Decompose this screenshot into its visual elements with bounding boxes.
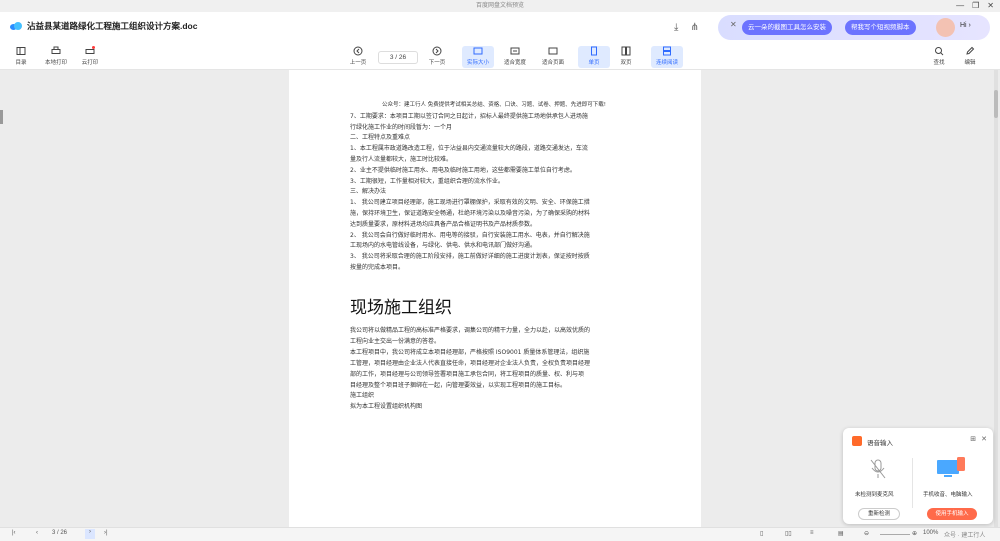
view-mode-icon[interactable]: ▯▯ — [785, 530, 792, 537]
ai-assistant-bar: ✕ 云一朵的截图工具怎么安装 帮我写个短视频脚本 Hi › — [718, 15, 990, 40]
panel-divider — [912, 458, 913, 508]
body-line: 工现场内的水电管线设备，与绿化、供电、供水和电讯部门做好沟通。 — [350, 242, 537, 249]
edit-icon — [966, 46, 975, 55]
outline-button[interactable]: 目录 — [5, 46, 37, 66]
section-heading: 现场施工组织 — [350, 298, 452, 318]
body-line: 目经理及整个项目班子捆绑在一起，向管理要效益，以实现工程项目的施工目标。 — [350, 382, 567, 389]
no-mic-label: 未检测到麦克风 — [855, 492, 894, 498]
body-line: 本工程项目中，我公司将成立本项目经理部，严格按照 ISO9001 质量体系管理法… — [350, 349, 590, 356]
last-page-icon[interactable]: ›| — [104, 530, 108, 536]
body-line: 三、解决办法 — [350, 188, 387, 195]
continuous-icon — [663, 46, 671, 56]
viewer-toolbar: 目录 本地打印 云打印 上一页 3 / 26 下一页 实际大小 适合宽度 适合页… — [0, 44, 1000, 70]
prev-page-button[interactable]: 上一页 — [342, 46, 374, 66]
view-mode-icon[interactable]: ≡ — [810, 530, 814, 536]
first-page-icon[interactable]: |‹ — [12, 530, 16, 536]
printer-icon — [51, 46, 61, 54]
prev-page-icon[interactable]: ‹ — [36, 530, 38, 536]
phone-computer-icon — [937, 457, 965, 477]
continuous-read-button[interactable]: 连续阅读 — [651, 46, 683, 68]
fit-page-button[interactable]: 适合页面 — [537, 46, 569, 66]
body-line: 按量的完成本项目。 — [350, 264, 405, 271]
minimize-button[interactable]: — — [956, 0, 964, 12]
cloud-print-button[interactable]: 云打印 — [74, 46, 106, 66]
body-line: 我公司将以做精品工程的高标准严格要求，调集公司的精干力量，全力以赴，以高效优质的 — [350, 327, 591, 334]
prev-page-icon — [353, 46, 363, 56]
local-print-button[interactable]: 本地打印 — [40, 46, 72, 66]
maximize-button[interactable]: ❐ — [972, 0, 979, 12]
window-title: 百度网盘文档预览 — [475, 3, 524, 9]
status-page-indicator[interactable]: 3 / 26 — [52, 530, 67, 536]
next-page-icon — [432, 46, 442, 56]
page-header-text: 公众号：建工行人 免费提供考试相关总结、资格、口诀、习题、试卷、押题、先进即可下… — [382, 102, 606, 108]
outline-icon — [16, 47, 26, 55]
search-icon — [935, 47, 944, 56]
zoom-out-icon[interactable]: ⊖ — [864, 530, 869, 537]
body-line: 行绿化施工作业的时间段暂为：一个月 — [350, 124, 453, 131]
watermark-text: 众号 · 建工行人 — [944, 533, 986, 539]
single-page-icon — [591, 46, 597, 56]
use-phone-input-button[interactable]: 使用手机输入 — [927, 508, 977, 520]
fit-width-button[interactable]: 适合宽度 — [499, 46, 531, 66]
fit-width-icon — [510, 47, 520, 55]
body-line: 1、 我公司建立项目经理部，施工现场进行罩棚保护，采取有效的文明、安全、环保施工… — [350, 199, 590, 206]
view-mode-icon[interactable]: ▤ — [838, 530, 844, 537]
ai-avatar[interactable] — [936, 18, 955, 37]
next-page-icon[interactable]: › — [85, 529, 95, 539]
actual-size-button[interactable]: 实际大小 — [462, 46, 494, 68]
body-line: 工管理，项目经理由企业法人代表直接任命，项目经理对企业法人负责，全权负责项目经理 — [350, 360, 591, 367]
body-line: 部的工作，项目经理与公司领导签署项目施工承包合同，将工程项目的质量、权、利与项 — [350, 371, 585, 378]
download-icon[interactable]: ⤓ — [674, 22, 678, 33]
edit-button[interactable]: 编辑 — [954, 46, 986, 66]
actual-size-icon — [473, 47, 483, 55]
body-line: 施，保持环境卫生，保证道路安全畅通，杜绝环境污染以及噪音污染，为了确保采购的材料 — [350, 210, 591, 217]
body-line: 1、本工程属市政道路改造工程，位于沾益县内交通流量较大的路段，道路交通发达，车流 — [350, 145, 588, 152]
double-page-button[interactable]: 双页 — [610, 46, 642, 66]
body-line: 3、 我公司将采取合理的施工阶段安排，施工前做好详细的施工进度计划表，保证按时按… — [350, 253, 590, 260]
single-page-button[interactable]: 单页 — [578, 46, 610, 68]
microphone-off-icon — [870, 459, 886, 479]
phone-input-label: 手机收音、电脑输入 — [923, 492, 973, 498]
grid-icon[interactable]: ⊞ — [970, 435, 976, 443]
page-number-input[interactable]: 3 / 26 — [378, 51, 418, 64]
body-line: 工程向业主交出一份满意的答卷。 — [350, 338, 441, 345]
voice-input-panel: 语音输入 ⊞ ✕ 未检测到麦克风 手机收音、电脑输入 重新检测 使用手机输入 — [843, 428, 993, 524]
body-line: 量及行人流量都较大，施工时比较难。 — [350, 156, 453, 163]
body-line: 拟为本工程设置组织机构图 — [350, 403, 423, 410]
body-line: 7、工期要求：本项目工期以签订合同之日起计，招标人最终提供施工场地供承包人进场施 — [350, 113, 588, 120]
next-page-button[interactable]: 下一页 — [421, 46, 453, 66]
left-scroll-indicator — [0, 110, 3, 124]
zoom-in-icon[interactable]: ⊕ — [912, 530, 917, 537]
search-button[interactable]: 查找 — [923, 46, 955, 66]
ai-bar-close-icon[interactable]: ✕ — [730, 20, 737, 29]
view-mode-icon[interactable]: ▯ — [760, 530, 763, 537]
body-line: 达到质量要求，原材料进场均应具备产品合格证明书及产品材质参数。 — [350, 221, 537, 228]
body-line: 施工组织 — [350, 392, 375, 399]
close-icon[interactable]: ✕ — [981, 435, 987, 443]
vertical-scrollbar[interactable] — [994, 70, 998, 527]
body-line: 二、工程特点及重难点 — [350, 134, 411, 141]
close-button[interactable]: ✕ — [987, 0, 994, 12]
zoom-slider[interactable] — [880, 534, 910, 535]
body-line: 2、 我公司会自行做好临时用水、用电等的接驳，自行安装施工用水、电表，并自行解决… — [350, 232, 590, 239]
share-icon[interactable]: ⋔ — [690, 22, 698, 33]
cloud-printer-icon — [85, 46, 95, 54]
document-page: 公众号：建工行人 免费提供考试相关总结、资格、口诀、习题、试卷、押题、先进即可下… — [289, 70, 701, 527]
retry-detect-button[interactable]: 重新检测 — [858, 508, 900, 520]
zoom-level: 100% — [923, 530, 939, 536]
ai-suggestion-chip[interactable]: 云一朵的截图工具怎么安装 — [742, 20, 832, 35]
ai-greeting[interactable]: Hi › — [960, 22, 971, 29]
scrollbar-thumb[interactable] — [994, 90, 998, 118]
fit-page-icon — [548, 47, 558, 55]
baidu-cloud-logo-icon — [10, 22, 22, 30]
ai-suggestion-chip[interactable]: 帮我写个短视频脚本 — [845, 20, 916, 35]
voice-input-logo-icon — [852, 436, 862, 446]
status-bar: |‹ ‹ 3 / 26 › ›| ▯ ▯▯ ≡ ▤ ⊖ ⊕ 100% 众号 · … — [0, 527, 1000, 541]
body-line: 2、业主不提供临时施工用水、用电及临时施工用地，这些都需要施工单位自行考虑。 — [350, 167, 576, 174]
window-titlebar: 百度网盘文档预览 — ❐ ✕ — [0, 0, 1000, 12]
double-page-icon — [621, 46, 631, 56]
voice-panel-title: 语音输入 — [867, 440, 893, 447]
body-line: 3、工期很短，工作量相对较大，重组织合理的流水作业。 — [350, 178, 504, 185]
file-name: 沾益县某道路绿化工程施工组织设计方案.doc — [27, 21, 198, 31]
